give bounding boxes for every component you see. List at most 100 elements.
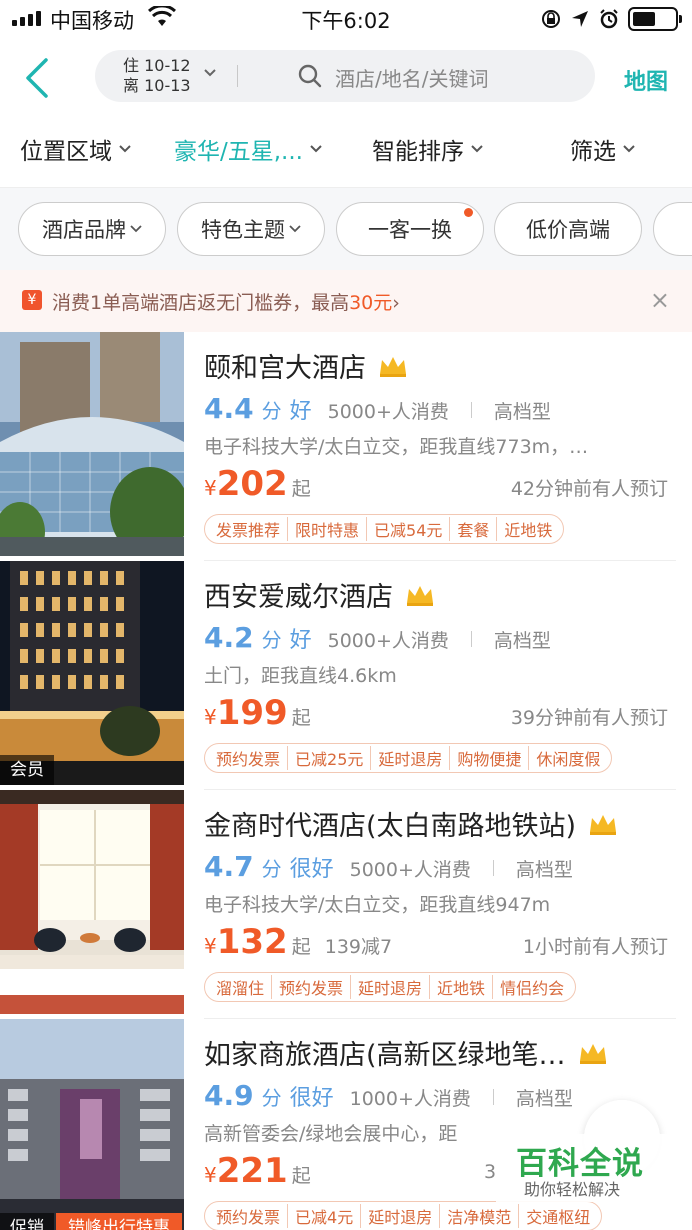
hotel-tag: 已减4元 (288, 1204, 362, 1228)
search-input[interactable]: 酒店/地名/关键词 (335, 63, 488, 92)
currency-symbol: ¥ (204, 705, 217, 729)
recent-booking: 1小时前有人预订 (522, 936, 668, 958)
hotel-location: 土门，距我直线4.6km (204, 665, 397, 687)
rating-unit: 分 (261, 399, 282, 423)
rating-score: 4.4 (204, 392, 254, 425)
hotel-info: 金商时代酒店(太白南路地铁站) 4.7 分 很好 5000+人消费 高档型 电子… (204, 790, 676, 1019)
currency-symbol: ¥ (204, 1163, 217, 1187)
rating-score: 4.2 (204, 621, 254, 654)
chevron-right-icon: › (392, 292, 400, 314)
checkin-date: 住 10-12 (123, 56, 191, 75)
hotel-grade: 高档型 (493, 401, 551, 423)
hotel-photo: 会员 (0, 561, 184, 785)
quick-tag-label: 特色主题 (201, 218, 285, 242)
filter-sort[interactable]: 智能排序 (372, 132, 484, 166)
discount-info: 139减7 (324, 936, 393, 958)
hotel-tag: 预约发票 (272, 975, 352, 999)
filter-location[interactable]: 位置区域 (20, 132, 132, 166)
price-suffix: 起 (291, 936, 311, 958)
promo-banner[interactable]: ¥ 消费1单高端酒店返无门槛券，最高30元› × (0, 270, 692, 332)
filter-star-level[interactable]: 豪华/五星,... (174, 132, 323, 166)
quick-tag-change-per-guest[interactable]: 一客一换 (336, 202, 484, 256)
hotel-location: 电子科技大学/太白立交，距我直线947m (204, 894, 551, 916)
consumer-count: 5000+人消费 (349, 859, 471, 881)
rating-row: 4.2 分 好 5000+人消费 高档型 (204, 621, 551, 654)
quick-tags-bar: 酒店品牌 特色主题 一客一换 低价高端 (0, 188, 692, 270)
battery-icon (628, 7, 682, 31)
rating-row: 4.9 分 很好 1000+人消费 高档型 (204, 1079, 573, 1112)
hotel-card[interactable]: 金商时代酒店(太白南路地铁站) 4.7 分 很好 5000+人消费 高档型 电子… (0, 790, 692, 1019)
off-peak-badge: 错峰出行特惠 (56, 1213, 182, 1230)
price: 132 (216, 922, 288, 962)
hotel-location: 高新管委会/绿地会展中心，距 (204, 1123, 458, 1145)
hotel-tag: 近地铁 (430, 975, 494, 999)
quick-tag-label: 一客一换 (368, 218, 452, 242)
quick-tag-brand[interactable]: 酒店品牌 (18, 202, 166, 256)
new-dot (464, 208, 473, 217)
chevron-down-icon (289, 225, 301, 233)
search-bar[interactable]: 住 10-12 离 10-13 酒店/地名/关键词 (95, 50, 595, 102)
divider (492, 1089, 494, 1105)
status-right-icons (540, 7, 682, 31)
crown-icon (579, 1043, 606, 1064)
quick-tag-low-price-luxury[interactable]: 低价高端 (494, 202, 642, 256)
quick-tag-theme[interactable]: 特色主题 (177, 202, 325, 256)
chevron-down-icon (310, 145, 322, 153)
lock-rotation-icon (542, 10, 560, 28)
crown-icon (407, 585, 433, 606)
hotel-tag: 购物便捷 (450, 746, 530, 770)
promo-text: 消费1单高端酒店返无门槛券，最高30元› (52, 288, 400, 315)
rating-word: 好 (289, 399, 312, 424)
hotel-tag: 情侣约会 (500, 979, 565, 998)
chevron-down-icon (119, 145, 131, 153)
date-range[interactable]: 住 10-12 离 10-13 (123, 56, 191, 96)
price: 202 (216, 464, 288, 504)
alarm-icon (600, 9, 618, 29)
hotel-tag: 已减54元 (367, 517, 451, 541)
map-button[interactable]: 地图 (624, 64, 668, 96)
hotel-tag: 洁净模范 (440, 1204, 520, 1228)
consumer-count: 5000+人消费 (327, 401, 449, 423)
hotel-tag: 溜溜住 (209, 975, 273, 999)
hotel-photo (0, 790, 184, 1014)
price-row: ¥ 202 起 (204, 464, 311, 504)
hotel-tags: 发票推荐 限时特惠 已减54元 套餐 近地铁 (204, 514, 565, 544)
price-row: ¥ 221 起 (204, 1151, 311, 1191)
hotel-grade: 高档型 (493, 630, 551, 652)
hotel-name: 西安爱威尔酒店 (204, 582, 393, 613)
quick-tag-more[interactable] (653, 202, 692, 256)
currency-symbol: ¥ (204, 934, 217, 958)
hotel-tag: 延时退房 (351, 975, 431, 999)
rating-row: 4.7 分 很好 5000+人消费 高档型 (204, 850, 573, 883)
hotel-tags: 溜溜住 预约发票 延时退房 近地铁 情侣约会 (204, 972, 577, 1002)
hotel-grade: 高档型 (515, 1088, 573, 1110)
promo-text-prefix: 消费1单高端酒店返无门槛券，最高 (52, 292, 350, 314)
filter-more[interactable]: 筛选 (570, 132, 636, 166)
close-icon[interactable]: × (650, 286, 670, 314)
watermark-subtitle: 助你轻松解决 (524, 1180, 621, 1199)
hotel-tags: 预约发票 已减4元 延时退房 洁净模范 交通枢纽 (204, 1201, 603, 1230)
filter-label: 智能排序 (372, 139, 464, 165)
hotel-info: 西安爱威尔酒店 4.2 分 好 5000+人消费 高档型 土门，距我直线4.6k… (204, 561, 676, 790)
hotel-tag: 预约发票 (209, 746, 289, 770)
hotel-tag: 已减25元 (288, 746, 372, 770)
price-suffix: 起 (291, 1165, 311, 1187)
rating-word: 很好 (289, 857, 334, 882)
chevron-down-icon (623, 145, 635, 153)
rating-word: 很好 (289, 1086, 334, 1111)
hotel-card[interactable]: 颐和宫大酒店 4.4 分 好 5000+人消费 高档型 电子科技大学/太白立交，… (0, 332, 692, 561)
hotel-tag: 延时退房 (361, 1204, 441, 1228)
hotel-name: 颐和宫大酒店 (204, 353, 366, 384)
price: 199 (216, 693, 288, 733)
top-bar: 住 10-12 离 10-13 酒店/地名/关键词 地图 (0, 38, 692, 116)
hotel-tag: 限时特惠 (288, 517, 368, 541)
hotel-grade: 高档型 (515, 859, 573, 881)
back-button[interactable] (20, 56, 60, 100)
hotel-name-row: 颐和宫大酒店 (204, 346, 408, 385)
hotel-tag: 延时退房 (371, 746, 451, 770)
hotel-card[interactable]: 会员 西安爱威尔酒店 4.2 分 好 5000+人消费 高档型 土门，距我直线4… (0, 561, 692, 790)
hotel-name-row: 金商时代酒店(太白南路地铁站) (204, 804, 618, 843)
status-bar: 中国移动 下午6:02 (0, 0, 692, 38)
rating-unit: 分 (261, 628, 282, 652)
crown-icon (380, 356, 406, 377)
